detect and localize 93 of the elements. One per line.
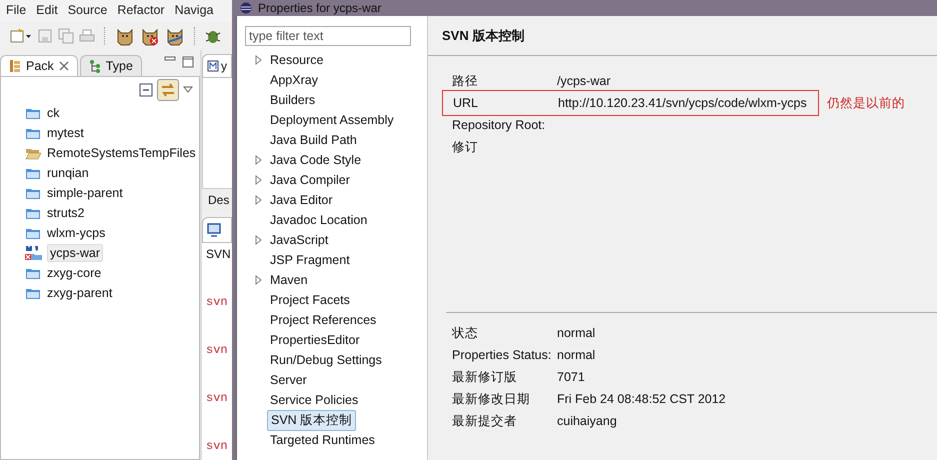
project-item[interactable]: zxyg-parent xyxy=(45,285,114,301)
field-label: 路径 xyxy=(452,72,479,90)
page-heading: SVN 版本控制 xyxy=(428,16,937,56)
field-value: http://10.120.23.41/svn/ycps/code/wlxm-ycps xyxy=(558,96,807,110)
menu-item[interactable]: Refactor xyxy=(117,3,165,19)
page-item[interactable]: Project References xyxy=(267,312,380,328)
field-label: 最新提交者 xyxy=(452,412,518,430)
project-item[interactable]: wlxm-ycps xyxy=(45,225,108,241)
page-item[interactable]: JSP Fragment xyxy=(267,252,353,268)
print-icon[interactable] xyxy=(79,28,95,44)
package-icon xyxy=(9,59,21,73)
page-item[interactable]: Java Editor xyxy=(267,192,336,208)
page-item[interactable]: Resource xyxy=(267,52,326,68)
field-value: normal xyxy=(557,348,596,362)
field-label: 最新修订版 xyxy=(452,368,518,386)
project-item[interactable]: struts2 xyxy=(45,205,87,221)
console-line: svn xyxy=(206,439,229,453)
page-item[interactable]: Server xyxy=(267,372,310,388)
editor-tab[interactable]: y xyxy=(202,54,232,78)
link-with-editor-toggle[interactable] xyxy=(157,79,179,101)
project-item[interactable]: mytest xyxy=(45,125,86,141)
field-label: 修订 xyxy=(452,138,479,156)
page-item[interactable]: Java Code Style xyxy=(267,152,364,168)
console-line: svn xyxy=(206,343,229,357)
page-item[interactable]: Deployment Assembly xyxy=(267,112,397,128)
new-wizard-icon[interactable] xyxy=(10,28,32,44)
page-item[interactable]: AppXray xyxy=(267,72,321,88)
folder-icon xyxy=(25,266,41,280)
menu-item[interactable]: File xyxy=(6,3,26,19)
field-label: URL xyxy=(453,96,480,110)
cat-icon[interactable] xyxy=(140,26,160,46)
field-label: Properties Status: xyxy=(452,348,552,362)
page-item[interactable]: Service Policies xyxy=(267,392,362,408)
close-icon[interactable] xyxy=(58,61,69,71)
view-menu-icon[interactable] xyxy=(183,86,193,94)
console-tab[interactable] xyxy=(202,217,232,243)
folder-icon xyxy=(25,286,41,300)
field-value: cuihaiyang xyxy=(557,414,617,428)
project-item[interactable]: runqian xyxy=(45,165,91,181)
page-item[interactable]: JavaScript xyxy=(267,232,332,248)
field-value: /ycps-war xyxy=(557,74,610,88)
project-item[interactable]: ck xyxy=(45,105,62,121)
field-label: 最新修改日期 xyxy=(452,390,531,408)
expand-arrow-icon[interactable] xyxy=(254,275,262,285)
page-item[interactable]: Run/Debug Settings xyxy=(267,352,385,368)
two-arrows-icon xyxy=(160,83,176,97)
expand-arrow-icon[interactable] xyxy=(254,55,262,65)
page-item[interactable]: Maven xyxy=(267,272,311,288)
menu-item[interactable]: Naviga xyxy=(174,3,214,19)
collapse-all-icon[interactable] xyxy=(139,83,153,97)
eclipse-icon xyxy=(240,2,252,14)
field-label: 状态 xyxy=(452,324,479,342)
page-item[interactable]: Builders xyxy=(267,92,318,108)
cat-icon[interactable] xyxy=(115,26,135,46)
project-item[interactable]: simple-parent xyxy=(45,185,125,201)
page-item[interactable]: Javadoc Location xyxy=(267,212,370,228)
page-item[interactable]: Targeted Runtimes xyxy=(267,432,378,448)
field-value: Fri Feb 24 08:48:52 CST 2012 xyxy=(557,392,726,406)
folder-icon xyxy=(25,126,41,140)
page-item[interactable]: PropertiesEditor xyxy=(267,332,363,348)
annotation-text: 仍然是以前的 xyxy=(827,94,905,112)
menu-item[interactable]: Source xyxy=(68,3,108,19)
project-item[interactable]: RemoteSystemsTempFiles xyxy=(45,145,198,161)
view-tab[interactable]: Type xyxy=(80,55,142,76)
page-item[interactable]: Project Facets xyxy=(267,292,353,308)
page-item[interactable]: Java Build Path xyxy=(267,132,360,148)
expand-arrow-icon[interactable] xyxy=(254,235,262,245)
project-item[interactable]: zxyg-core xyxy=(45,265,104,281)
open-folder-icon xyxy=(25,146,41,160)
console-line: svn xyxy=(206,295,229,309)
maximize-icon[interactable] xyxy=(182,56,194,68)
cat-icon[interactable] xyxy=(165,26,185,46)
console-line: svn xyxy=(206,391,229,405)
project-item[interactable]: ycps-war xyxy=(47,244,104,262)
hierarchy-icon xyxy=(88,59,101,73)
menu-item[interactable]: Edit xyxy=(36,3,58,19)
folder-icon xyxy=(25,166,41,180)
folder-icon xyxy=(25,106,41,120)
filter-field[interactable]: type filter text xyxy=(245,26,411,46)
file-icon xyxy=(207,60,219,72)
folder-icon xyxy=(25,206,41,220)
view-tab[interactable]: Pack xyxy=(0,55,78,76)
dialog-title: Properties for ycps-war xyxy=(258,1,382,15)
folder-icon xyxy=(25,226,41,240)
web-project-icon xyxy=(25,245,43,261)
console-header: SVN xyxy=(206,247,232,261)
page-item[interactable]: Java Compiler xyxy=(267,172,353,188)
folder-icon xyxy=(25,186,41,200)
field-value: normal xyxy=(557,326,596,340)
monitor-icon xyxy=(207,223,221,237)
field-label: Repository Root: xyxy=(452,118,546,132)
field-value: 7071 xyxy=(557,370,585,384)
page-item[interactable]: SVN 版本控制 xyxy=(267,410,356,430)
